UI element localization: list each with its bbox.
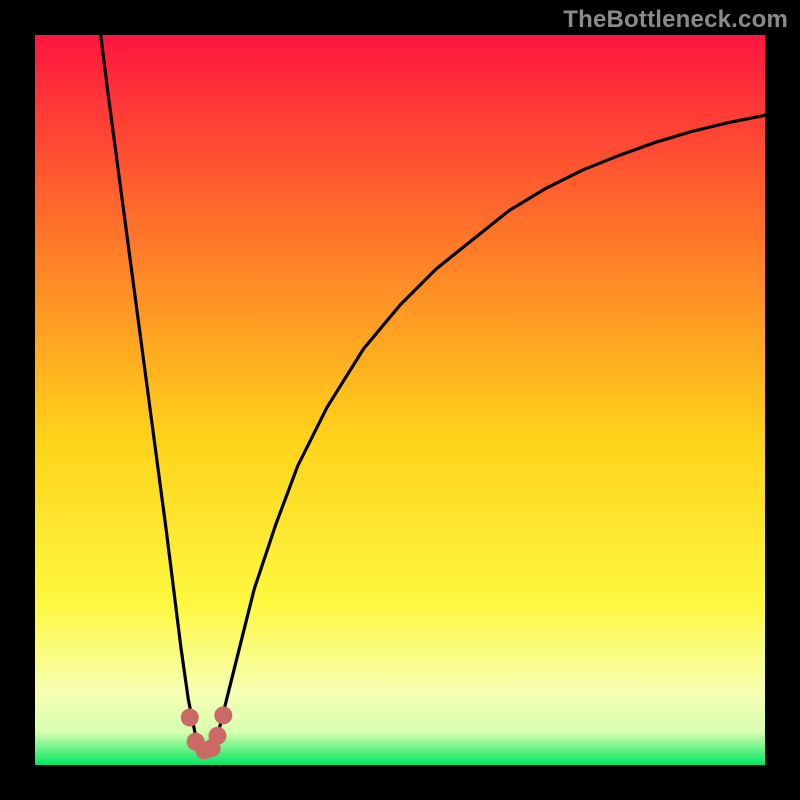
curve-marker xyxy=(181,709,199,727)
curve-marker xyxy=(209,727,227,745)
watermark-text: TheBottleneck.com xyxy=(563,6,788,34)
gradient-rect xyxy=(35,35,765,765)
curve-marker xyxy=(214,706,232,724)
plot-area xyxy=(35,35,765,765)
chart-frame: TheBottleneck.com xyxy=(0,0,800,800)
gradient-background-svg xyxy=(35,35,765,765)
